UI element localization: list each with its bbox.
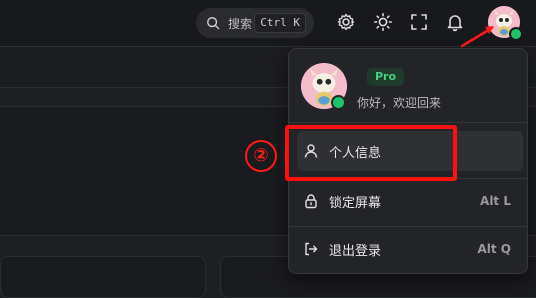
pro-badge: Pro: [367, 68, 405, 86]
search-label: 搜索: [228, 16, 253, 31]
annotation-step-2: ②: [245, 140, 277, 172]
menu-item-shortcut: Alt Q: [477, 242, 511, 256]
fullscreen-icon[interactable]: [409, 12, 429, 32]
menu-item-label: 退出登录: [329, 243, 382, 259]
logout-icon: [305, 242, 318, 256]
menu-divider: [289, 226, 527, 227]
search-button[interactable]: 搜索 Ctrl K: [196, 8, 314, 38]
menu-item-lock-screen[interactable]: 锁定屏幕 Alt L: [297, 181, 523, 221]
online-status-dot: [509, 27, 523, 41]
content-card: [0, 256, 206, 298]
search-shortcut: Ctrl K: [254, 13, 306, 33]
online-status-dot: [331, 95, 346, 110]
search-icon: [207, 17, 220, 30]
menu-item-label: 锁定屏幕: [329, 195, 382, 211]
menu-item-logout[interactable]: 退出登录 Alt Q: [297, 229, 523, 269]
menu-divider: [289, 122, 527, 123]
menu-item-shortcut: Alt L: [480, 194, 511, 208]
gear-icon[interactable]: [336, 12, 356, 32]
lock-icon: [305, 194, 317, 209]
annotation-arrow: [460, 26, 494, 48]
sun-icon[interactable]: [373, 12, 393, 32]
annotation-highlight-box: [285, 125, 457, 181]
welcome-text: 你好，欢迎回来: [357, 96, 442, 110]
